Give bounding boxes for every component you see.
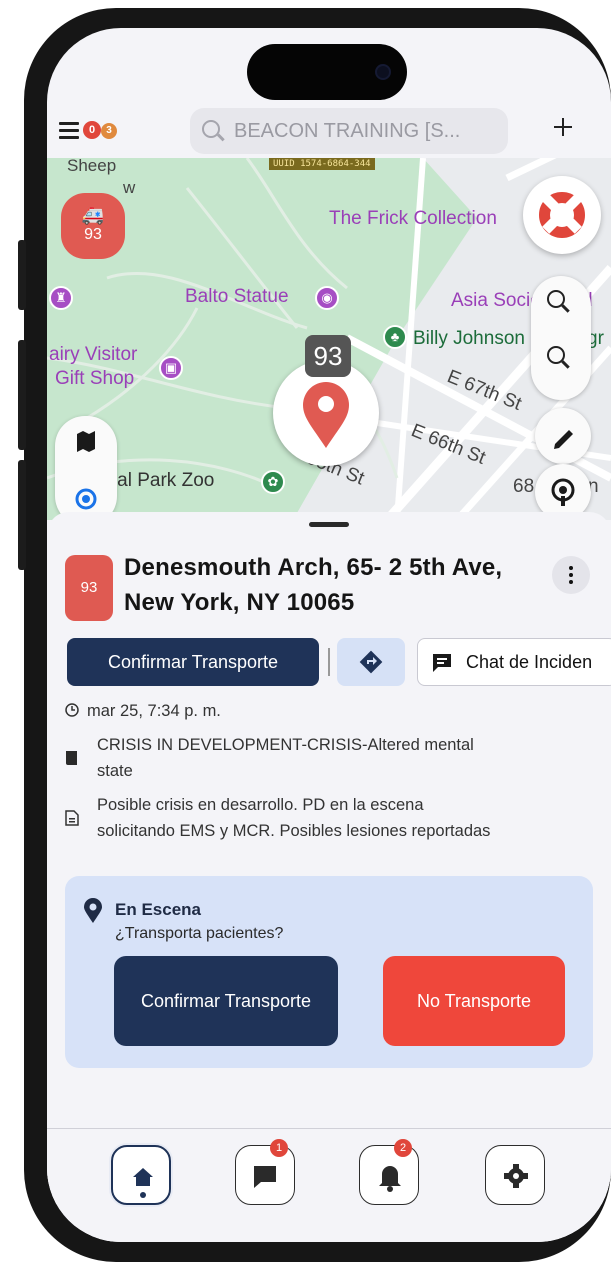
more-options-button[interactable] [552,556,590,594]
lifebuoy-icon [539,192,585,238]
edit-button[interactable] [535,408,591,464]
scene-status: En Escena [115,900,201,919]
zoom-controls [531,276,591,400]
dynamic-island [247,44,407,100]
phone-side-button [18,340,26,450]
sheet-handle[interactable] [309,522,349,527]
search-text: BEACON TRAINING [S... [234,120,461,142]
search-input[interactable]: BEACON TRAINING [S... [190,108,508,154]
map-label-dairy-2: Gift Shop [55,368,135,389]
clock-icon [65,703,79,717]
ambulance-icon: 🚑 [81,205,105,225]
map-pin-icon [84,898,102,923]
transport-question: ¿Transporta pacientes? [115,925,284,942]
nav-settings-button[interactable] [485,1145,545,1205]
scene-confirm-transport-button[interactable]: Confirmar Transporte [114,956,338,1046]
unit-number-badge: 93 [65,555,113,621]
document-icon [65,810,79,826]
menu-icon[interactable] [59,122,79,140]
poi-zoo-icon: ✿ [261,470,285,494]
poi-icon: ♜ [49,286,73,310]
chat-icon [433,654,451,672]
chat-badge: 1 [270,1139,288,1157]
pencil-icon [554,430,573,449]
on-scene-panel: En Escena ¿Transporta pacientes? Confirm… [65,876,593,1068]
incident-notes-line-2: solicitando EMS y MCR. Posibles lesiones… [97,822,491,840]
zoom-in-icon[interactable] [547,290,573,316]
incident-chat-button[interactable]: Chat de Inciden [417,638,611,686]
map-label-billy: Billy Johnson [413,328,525,349]
phone-side-button [18,240,26,310]
map-label-frick: The Frick Collection [329,208,497,229]
gear-icon [504,1164,528,1188]
chat-icon [254,1166,276,1188]
map-tools [55,416,117,526]
poi-camera-icon: ◉ [315,286,339,310]
nav-chat-button[interactable]: 1 [235,1139,295,1205]
no-transport-button[interactable]: No Transporte [383,956,565,1046]
map-layers-icon[interactable] [55,416,117,470]
book-icon [66,751,77,765]
app-screen: 0 3 BEACON TRAINING [S... Sheep w The Fr… [47,28,611,1242]
incident-notes-line-1: Posible crisis en desarrollo. PD en la e… [97,796,424,814]
notification-badge-orange: 3 [101,123,117,139]
search-icon [202,120,220,138]
bottom-navigation: 1 2 [47,1128,611,1242]
map-label-meadow: w [123,178,136,197]
incident-address: Denesmouth Arch, 65- 2 5th Ave, New York… [124,554,503,616]
zoom-out-icon[interactable] [547,346,573,372]
incident-type-line-2: state [97,762,133,780]
uuid-tag: UUID 1574-6864-344 [269,158,375,170]
add-button[interactable] [552,116,574,138]
notification-badge-red: 0 [83,121,101,139]
chat-label: Chat de Inciden [466,652,593,672]
nav-home-button[interactable] [111,1145,171,1205]
poi-shop-icon: ▣ [159,356,183,380]
home-icon [133,1168,153,1198]
alerts-badge: 2 [394,1139,412,1157]
poi-park-icon: ♣ [383,325,407,349]
incident-type-line-1: CRISIS IN DEVELOPMENT-CRISIS-Altered men… [97,736,474,754]
unit-marker-button[interactable]: 🚑 93 [61,193,125,259]
directions-button[interactable] [337,638,405,686]
incident-pin-number: 93 [305,335,351,377]
map-label-dairy-1: airy Visitor [49,344,138,365]
lifebuoy-button[interactable] [523,176,601,254]
top-bar: 0 3 BEACON TRAINING [S... [47,108,611,158]
nav-alerts-button[interactable]: 2 [359,1139,419,1205]
bell-icon [379,1166,401,1192]
map-label-balto: Balto Statue [185,286,289,307]
divider [328,648,330,676]
incident-timestamp: mar 25, 7:34 p. m. [87,702,221,720]
directions-icon [359,650,383,674]
confirm-transport-button[interactable]: Confirmar Transporte [67,638,319,686]
map-label-sheep: Sheep [67,158,117,175]
phone-side-button [18,460,26,570]
unit-marker-number: 93 [84,226,102,243]
